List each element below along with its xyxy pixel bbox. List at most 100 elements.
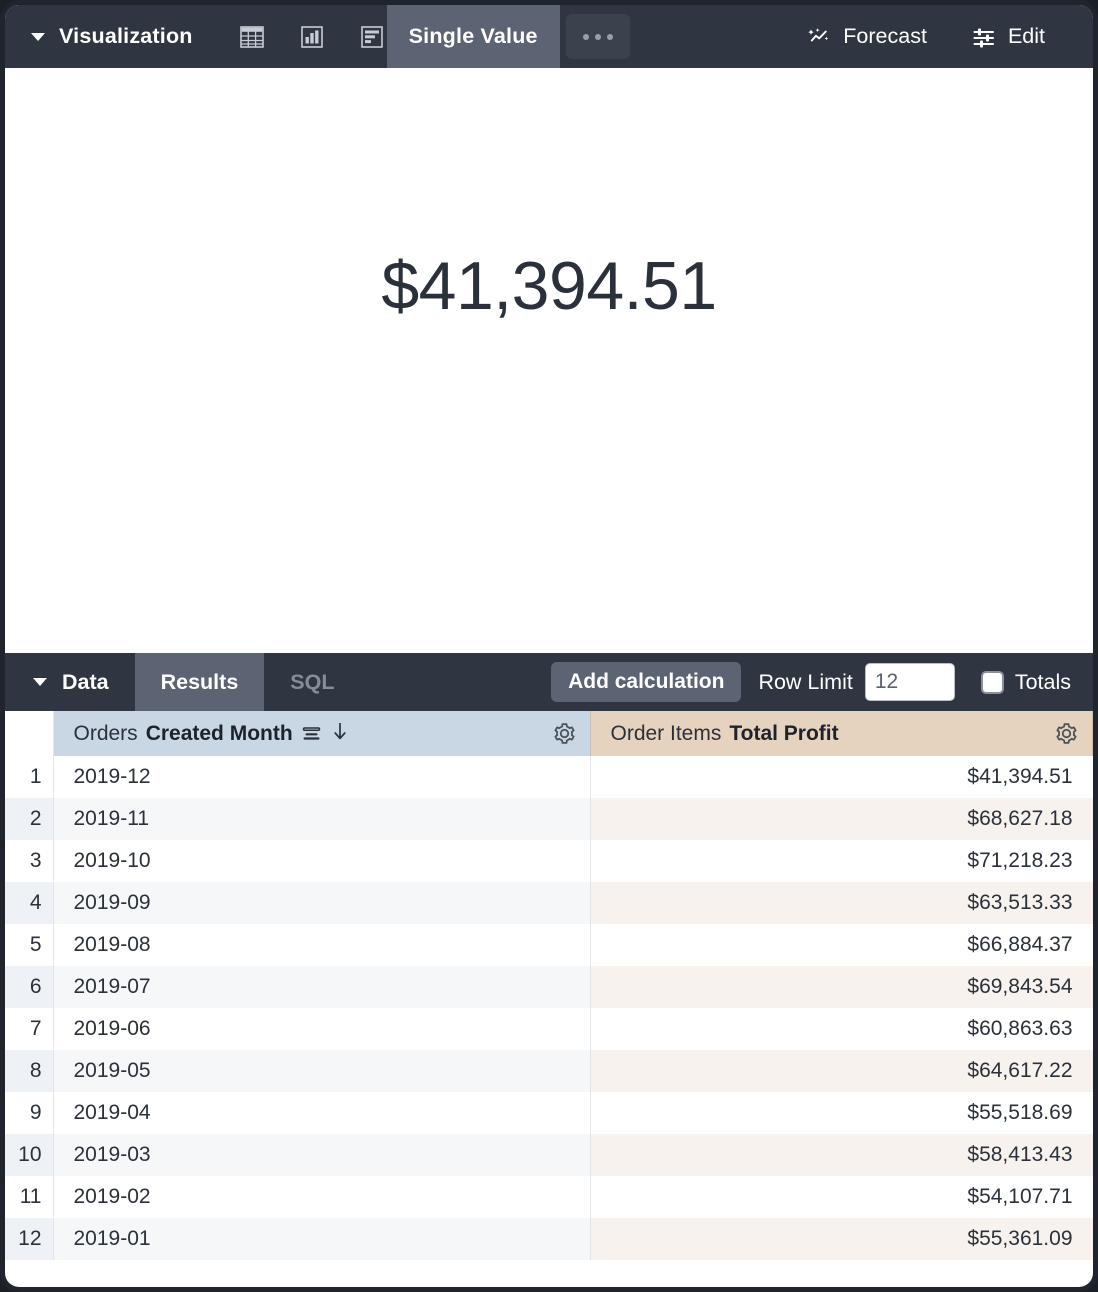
data-toolbar: Data Results SQL Add calculation Row Lim… [5,653,1093,711]
dot [606,33,613,40]
column-header-view-name: Order Items [610,721,722,745]
cell-total-profit[interactable]: $64,617.22 [590,1050,1093,1092]
cell-total-profit[interactable]: $71,218.23 [590,840,1093,882]
cell-total-profit[interactable]: $55,361.09 [590,1218,1093,1260]
cell-created-month[interactable]: 2019-05 [53,1050,591,1092]
sort-lines-icon[interactable] [301,723,322,744]
cell-total-profit[interactable]: $41,394.51 [590,756,1093,798]
totals-checkbox[interactable]: Totals [980,669,1071,695]
row-number-cell: 9 [5,1092,54,1134]
row-number-cell: 10 [5,1134,54,1176]
row-number-cell: 12 [5,1218,54,1260]
visualization-type-icons [237,5,387,68]
row-number-cell: 8 [5,1050,54,1092]
cell-created-month[interactable]: 2019-06 [53,1008,591,1050]
cell-created-month[interactable]: 2019-04 [53,1092,591,1134]
ellipsis-icon[interactable] [565,14,630,59]
cell-created-month[interactable]: 2019-02 [53,1176,591,1218]
tab-single-value[interactable]: Single Value [386,5,560,68]
results-table: Orders Created Month Order Items Total P… [5,711,1093,1260]
arrow-down-icon[interactable] [330,720,350,748]
cell-total-profit[interactable]: $54,107.71 [590,1176,1093,1218]
table-row[interactable]: 3 2019-10 $71,218.23 [5,840,1093,882]
row-number-cell: 1 [5,756,54,798]
row-number-cell: 3 [5,840,54,882]
column-header-total-profit[interactable]: Order Items Total Profit [590,711,1093,756]
cell-created-month[interactable]: 2019-08 [53,924,591,966]
row-number-cell: 4 [5,882,54,924]
totals-label: Totals [1014,669,1071,694]
visualization-toolbar: Visualization Single Value Forecast Edit [5,5,1093,68]
single-value-number: $41,394.51 [381,247,717,324]
cell-created-month[interactable]: 2019-01 [53,1218,591,1260]
gear-icon[interactable] [552,721,577,746]
cell-total-profit[interactable]: $55,518.69 [590,1092,1093,1134]
bar-chart-icon[interactable] [357,22,387,52]
tab-sql-label: SQL [290,669,335,694]
cell-created-month[interactable]: 2019-03 [53,1134,591,1176]
column-header-field-name: Created Month [145,721,293,745]
tab-results[interactable]: Results [134,653,265,711]
chevron-down-icon[interactable] [33,678,47,686]
column-chart-icon[interactable] [297,22,327,52]
table-row[interactable]: 6 2019-07 $69,843.54 [5,966,1093,1008]
visualization-title: Visualization [59,24,193,48]
table-row[interactable]: 2 2019-11 $68,627.18 [5,798,1093,840]
table-row[interactable]: 7 2019-06 $60,863.63 [5,1008,1093,1050]
table-row[interactable]: 12 2019-01 $55,361.09 [5,1218,1093,1260]
edit-label: Edit [1007,24,1045,48]
checkbox-box[interactable] [980,670,1004,694]
add-calculation-label: Add calculation [568,670,725,693]
cell-created-month[interactable]: 2019-11 [53,798,591,840]
row-number-cell: 5 [5,924,54,966]
forecast-button[interactable]: Forecast [784,24,949,50]
cell-created-month[interactable]: 2019-07 [53,966,591,1008]
table-row[interactable]: 10 2019-03 $58,413.43 [5,1134,1093,1176]
table-row[interactable]: 8 2019-05 $64,617.22 [5,1050,1093,1092]
cell-created-month[interactable]: 2019-12 [53,756,591,798]
cell-total-profit[interactable]: $66,884.37 [590,924,1093,966]
tab-sql[interactable]: SQL [264,653,360,711]
table-row[interactable]: 1 2019-12 $41,394.51 [5,756,1093,798]
column-header-view-name: Orders [73,721,138,745]
cell-created-month[interactable]: 2019-09 [53,882,591,924]
row-number-cell: 11 [5,1176,54,1218]
sparkle-trend-icon [806,24,832,50]
data-toolbar-controls: Add calculation Row Limit Totals [551,653,1093,711]
cell-created-month[interactable]: 2019-10 [53,840,591,882]
table-row[interactable]: 9 2019-04 $55,518.69 [5,1092,1093,1134]
looker-explore-window: Visualization Single Value Forecast Edit… [5,5,1093,1287]
row-limit-label: Row Limit [758,669,853,694]
data-title: Data [62,669,109,694]
results-table-body: 1 2019-12 $41,394.51 2 2019-11 $68,627.18 3 201… [5,756,1093,1260]
dot [594,33,601,40]
results-table-wrapper: Orders Created Month Order Items Total P… [5,711,1093,1260]
gear-icon[interactable] [1054,721,1079,746]
tab-results-label: Results [160,669,239,694]
table-row[interactable]: 4 2019-09 $63,513.33 [5,882,1093,924]
cell-total-profit[interactable]: $63,513.33 [590,882,1093,924]
table-row[interactable]: 11 2019-02 $54,107.71 [5,1176,1093,1218]
cell-total-profit[interactable]: $60,863.63 [590,1008,1093,1050]
chevron-down-icon[interactable] [31,32,45,41]
forecast-label: Forecast [843,24,927,48]
single-value-visualization: $41,394.51 [5,68,1093,653]
table-grid-icon[interactable] [237,22,267,52]
cell-total-profit[interactable]: $58,413.43 [590,1134,1093,1176]
visualization-actions: Forecast Edit [784,5,1093,68]
column-header-field-name: Total Profit [729,721,839,745]
row-limit-input[interactable] [864,663,955,701]
cell-total-profit[interactable]: $68,627.18 [590,798,1093,840]
table-header-row: Orders Created Month Order Items Total P… [5,711,1093,756]
data-section-header[interactable]: Data [5,653,135,711]
row-number-header [5,711,54,756]
sliders-icon [971,24,997,50]
add-calculation-button[interactable]: Add calculation [551,662,742,702]
edit-button[interactable]: Edit [949,24,1067,50]
cell-total-profit[interactable]: $69,843.54 [590,966,1093,1008]
row-number-cell: 2 [5,798,54,840]
column-header-created-month[interactable]: Orders Created Month [53,711,591,756]
visualization-section-header[interactable]: Visualization [5,5,193,68]
table-row[interactable]: 5 2019-08 $66,884.37 [5,924,1093,966]
row-number-cell: 7 [5,1008,54,1050]
